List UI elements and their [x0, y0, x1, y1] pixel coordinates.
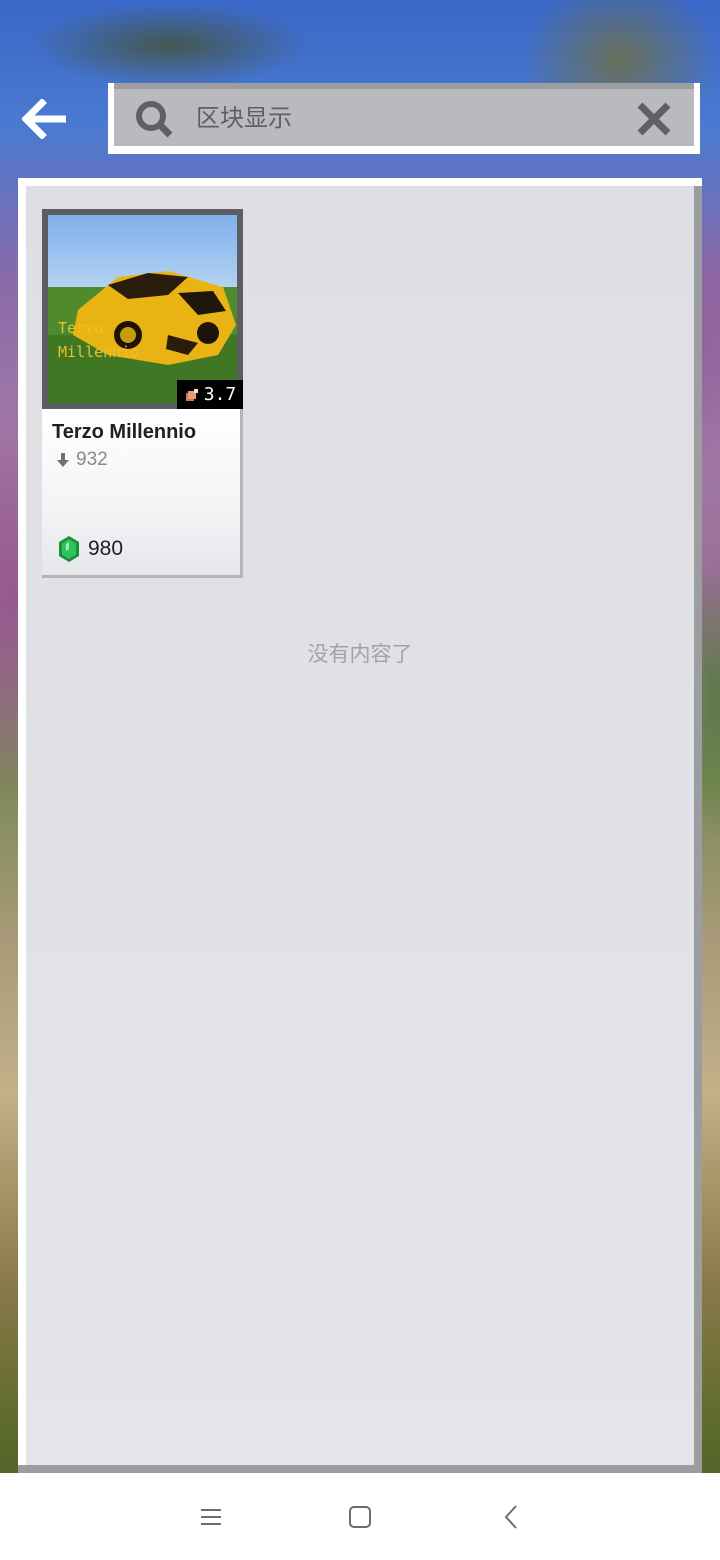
download-count-value: 932 — [76, 449, 108, 470]
card-info: Terzo Millennio 932 980 — [42, 409, 243, 578]
card-title: Terzo Millennio — [52, 421, 197, 443]
rating-badge: 3.7 — [177, 380, 243, 409]
system-navigation-bar — [0, 1473, 720, 1560]
search-input[interactable] — [196, 95, 616, 141]
back-arrow-icon — [22, 99, 66, 139]
nav-menu-button[interactable] — [191, 1497, 231, 1537]
car-illustration — [48, 215, 237, 403]
search-icon — [136, 101, 173, 138]
panel-edge — [18, 1465, 702, 1473]
thumbnail-caption: Terzo — [58, 319, 104, 337]
download-count: 932 — [56, 449, 108, 471]
rating-value: 3.7 — [203, 384, 237, 405]
emerald-icon — [59, 536, 79, 562]
download-arrow-icon — [57, 453, 69, 467]
top-bar — [0, 0, 720, 180]
close-icon[interactable] — [634, 99, 674, 139]
price-value: 980 — [88, 537, 124, 560]
menu-icon — [201, 1509, 221, 1525]
panel-edge — [694, 186, 702, 1473]
content-card[interactable]: Terzo Millennio 3.7 Terzo Millennio 932 — [42, 209, 243, 578]
back-button[interactable] — [18, 92, 72, 146]
thumbnail-image: Terzo Millennio — [48, 215, 237, 403]
nav-home-button[interactable] — [340, 1497, 380, 1537]
search-field-background — [114, 83, 694, 146]
nav-back-button[interactable] — [491, 1497, 531, 1537]
price: 980 — [58, 535, 123, 563]
list-end-message: 没有内容了 — [307, 642, 413, 666]
chevron-left-icon — [504, 1505, 517, 1529]
thumbnail-caption: Millennio — [58, 343, 140, 361]
search-bar — [108, 83, 700, 154]
card-thumbnail: Terzo Millennio 3.7 — [42, 209, 243, 409]
meat-icon — [185, 388, 198, 401]
home-square-icon — [349, 1506, 371, 1528]
